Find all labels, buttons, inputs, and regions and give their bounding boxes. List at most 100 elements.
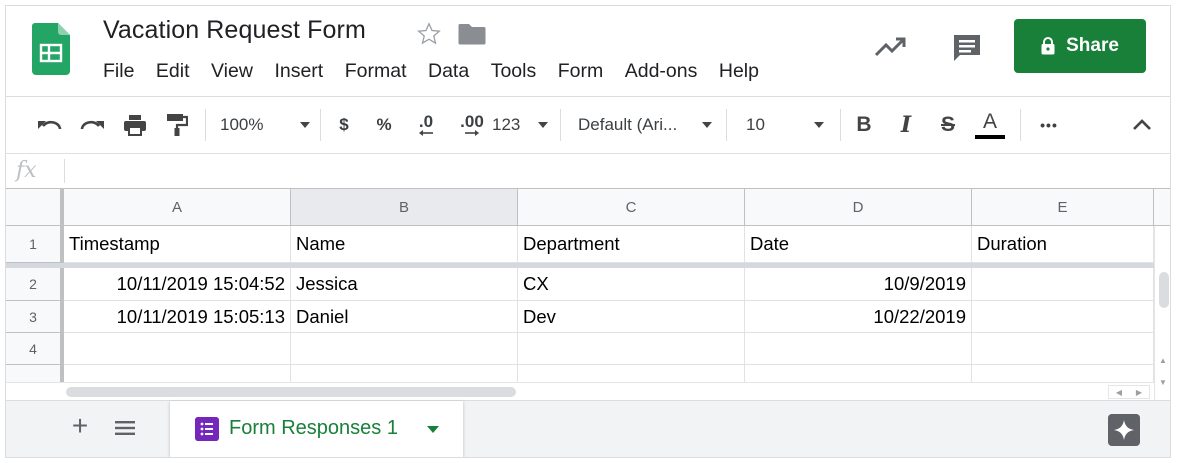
cell-d1[interactable]: Date — [745, 226, 972, 263]
scroll-up-icon[interactable]: ▲ — [1159, 356, 1167, 365]
row-header[interactable]: 4 — [6, 333, 64, 365]
cell-a3[interactable]: 10/11/2019 15:05:13 — [64, 301, 291, 333]
document-title[interactable]: Vacation Request Form — [103, 16, 366, 45]
scroll-left-icon[interactable]: ◀ — [1109, 386, 1129, 398]
print-button[interactable] — [120, 97, 150, 153]
horizontal-scrollbar[interactable]: ◀ ▶ — [6, 382, 1154, 400]
cell-b3[interactable]: Daniel — [291, 301, 518, 333]
sheet-tab-form-responses[interactable]: Form Responses 1 — [170, 401, 463, 457]
scroll-down-icon[interactable]: ▼ — [1159, 378, 1167, 387]
decrease-decimal-button[interactable]: .0 — [410, 97, 442, 153]
column-header-d[interactable]: D — [745, 189, 972, 225]
chevron-down-icon[interactable] — [427, 426, 439, 433]
form-list-icon — [195, 417, 219, 441]
font-size-select[interactable]: 10 — [746, 97, 824, 153]
table-row: 4 — [6, 333, 1154, 365]
explore-icon[interactable] — [1108, 414, 1140, 446]
font-size-value: 10 — [746, 115, 765, 134]
toolbar-separator — [560, 109, 561, 141]
menu-edit[interactable]: Edit — [156, 58, 190, 84]
currency-format-button[interactable]: $ — [332, 97, 356, 153]
more-options-button[interactable]: ••• — [1034, 97, 1064, 153]
cell-a2[interactable]: 10/11/2019 15:04:52 — [64, 268, 291, 301]
cell-e2[interactable] — [972, 268, 1154, 301]
trending-up-icon[interactable] — [874, 35, 908, 59]
menu-help[interactable]: Help — [719, 58, 759, 84]
cell-d4[interactable] — [745, 333, 972, 365]
cell-b4[interactable] — [291, 333, 518, 365]
all-sheets-menu-icon[interactable] — [114, 419, 136, 437]
cell-a1[interactable]: Timestamp — [64, 226, 291, 263]
formula-bar: fx — [6, 154, 1170, 188]
menu-bar: File Edit View Insert Format Data Tools … — [103, 58, 780, 84]
table-row: 1 Timestamp Name Department Date Duratio… — [6, 226, 1154, 263]
horizontal-scroll-arrows: ◀ ▶ — [1108, 385, 1150, 399]
more-formats-button[interactable]: 123 — [492, 97, 548, 153]
font-family-select[interactable]: Default (Ari... — [578, 97, 712, 153]
column-header-c[interactable]: C — [518, 189, 745, 225]
redo-button[interactable] — [76, 97, 108, 153]
cell-e4[interactable] — [972, 333, 1154, 365]
italic-label: I — [900, 112, 912, 138]
chevron-down-icon — [538, 122, 548, 128]
strikethrough-button[interactable]: S — [934, 97, 962, 153]
increase-decimal-button[interactable]: .00 — [454, 97, 490, 153]
star-icon[interactable] — [416, 21, 442, 47]
redo-icon — [80, 120, 104, 130]
cell-a4[interactable] — [64, 333, 291, 365]
zoom-value: 100% — [220, 115, 264, 134]
menu-form[interactable]: Form — [558, 58, 604, 84]
cell-d3[interactable]: 10/22/2019 — [745, 301, 972, 333]
toolbar-separator — [205, 109, 206, 141]
cell-c4[interactable] — [518, 333, 745, 365]
undo-button[interactable] — [34, 97, 66, 153]
toolbar-separator — [726, 109, 727, 141]
decrease-decimal-label: .0 — [418, 112, 434, 131]
cell-c1[interactable]: Department — [518, 226, 745, 263]
sheet-tab-bar: + Form Responses 1 — [6, 400, 1170, 457]
add-sheet-button[interactable]: + — [68, 412, 92, 440]
cell-b2[interactable]: Jessica — [291, 268, 518, 301]
arrow-left-icon — [419, 130, 433, 136]
italic-button[interactable]: I — [892, 97, 920, 153]
paint-format-button[interactable] — [162, 97, 192, 153]
menu-view[interactable]: View — [211, 58, 253, 84]
menu-tools[interactable]: Tools — [491, 58, 537, 84]
menu-insert[interactable]: Insert — [274, 58, 323, 84]
print-icon — [124, 115, 146, 136]
scroll-right-icon[interactable]: ▶ — [1129, 386, 1149, 398]
spreadsheet-window: Vacation Request Form File Edit View Ins… — [5, 5, 1171, 458]
cell-d2[interactable]: 10/9/2019 — [745, 268, 972, 301]
row-header[interactable]: 1 — [6, 226, 64, 263]
menu-file[interactable]: File — [103, 58, 134, 84]
vertical-scroll-thumb[interactable] — [1159, 272, 1169, 308]
comment-icon[interactable] — [951, 32, 983, 64]
vertical-scrollbar[interactable]: ▲ ▼ — [1154, 226, 1170, 401]
select-all-corner[interactable] — [6, 189, 64, 225]
zoom-select[interactable]: 100% — [220, 97, 310, 153]
column-header-b[interactable]: B — [291, 189, 518, 225]
sheets-logo-icon[interactable] — [32, 23, 70, 75]
collapse-toolbar-button[interactable] — [1130, 97, 1154, 153]
row-header[interactable]: 2 — [6, 268, 64, 301]
horizontal-scroll-thumb[interactable] — [66, 387, 516, 397]
menu-format[interactable]: Format — [345, 58, 407, 84]
bold-button[interactable]: B — [850, 97, 878, 153]
cell-b1[interactable]: Name — [291, 226, 518, 263]
column-header-e[interactable]: E — [972, 189, 1154, 225]
table-row: 2 10/11/2019 15:04:52 Jessica CX 10/9/20… — [6, 268, 1154, 301]
cell-c2[interactable]: CX — [518, 268, 745, 301]
percent-format-button[interactable]: % — [372, 97, 396, 153]
cell-e1[interactable]: Duration — [972, 226, 1154, 263]
table-row: 3 10/11/2019 15:05:13 Daniel Dev 10/22/2… — [6, 301, 1154, 333]
formula-input[interactable] — [72, 158, 1160, 184]
share-button[interactable]: Share — [1014, 19, 1146, 73]
menu-add-ons[interactable]: Add-ons — [625, 58, 698, 84]
row-header[interactable]: 3 — [6, 301, 64, 333]
menu-data[interactable]: Data — [428, 58, 469, 84]
cell-e3[interactable] — [972, 301, 1154, 333]
cell-c3[interactable]: Dev — [518, 301, 745, 333]
folder-icon[interactable] — [458, 23, 486, 45]
column-header-a[interactable]: A — [64, 189, 291, 225]
text-color-button[interactable]: A — [974, 97, 1006, 153]
